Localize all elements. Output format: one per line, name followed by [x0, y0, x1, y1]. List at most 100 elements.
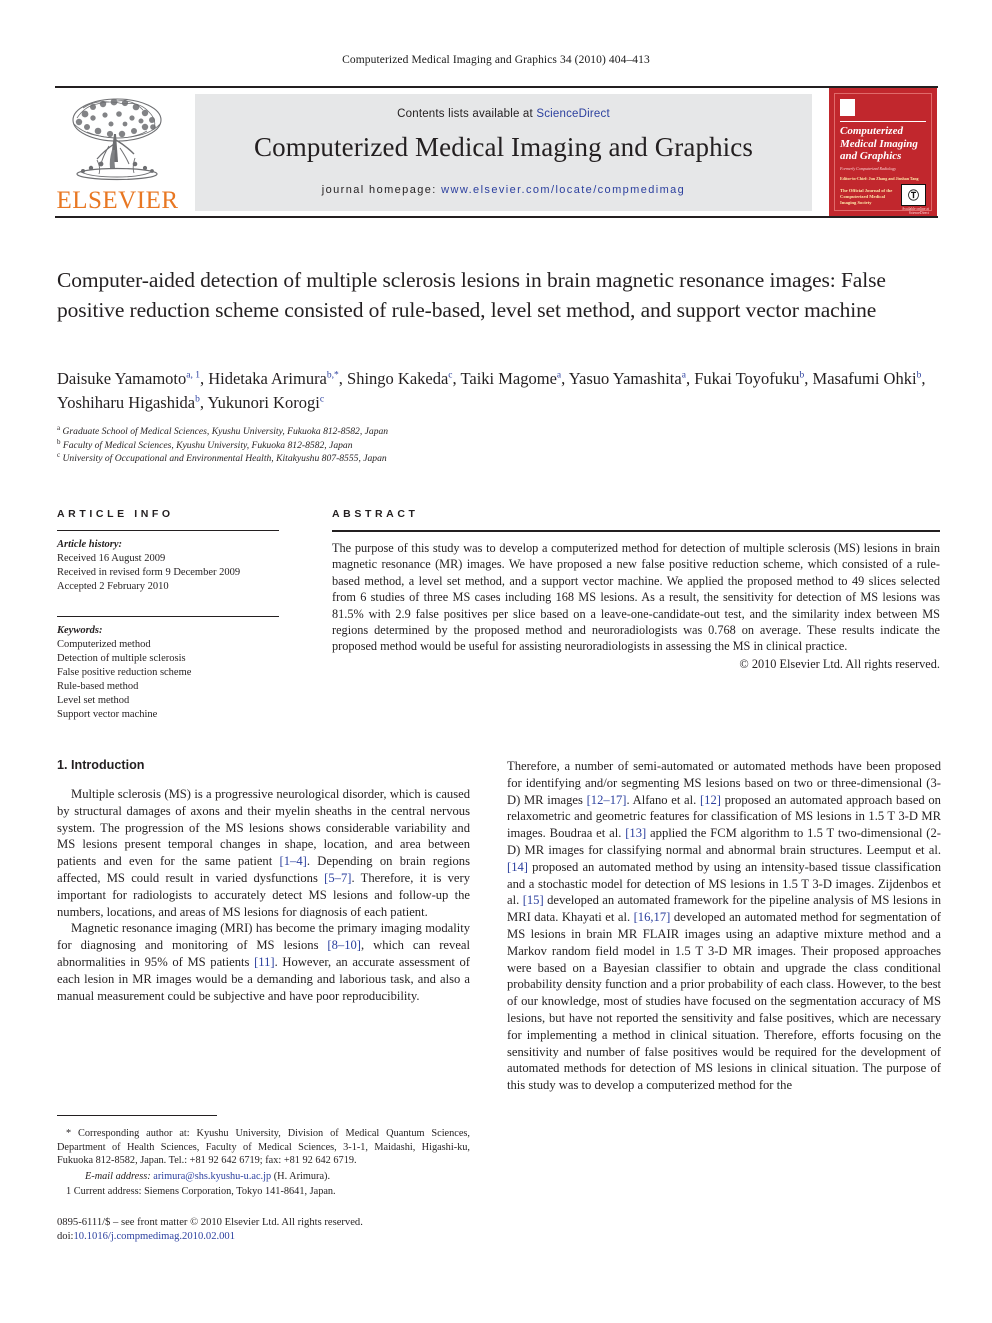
- body-column-right: Therefore, a number of semi-automated or…: [507, 758, 941, 1094]
- citation-link[interactable]: [12]: [700, 793, 721, 807]
- abstract-copyright: © 2010 Elsevier Ltd. All rights reserved…: [739, 656, 940, 671]
- masthead-banner: Contents lists available at ScienceDirec…: [195, 94, 812, 211]
- keywords-rule: [57, 616, 279, 617]
- body-paragraph: Magnetic resonance imaging (MRI) has bec…: [57, 921, 471, 1003]
- running-head: Computerized Medical Imaging and Graphic…: [342, 54, 650, 66]
- author-affiliation-marker: b: [195, 394, 200, 405]
- journal-title: Computerized Medical Imaging and Graphic…: [254, 132, 753, 162]
- citation-link[interactable]: [1–4]: [280, 854, 307, 868]
- author-list: Daisuke Yamamotoa, 1, Hidetaka Arimurab,…: [57, 369, 926, 412]
- article-info-rule: [57, 530, 279, 531]
- body-paragraph: Multiple sclerosis (MS) is a progressive…: [57, 787, 471, 919]
- author-affiliation-marker: a: [681, 370, 686, 381]
- homepage-prefix: journal homepage:: [321, 184, 442, 196]
- cover-official-line: The Official Journal of the Computerized…: [840, 188, 893, 205]
- author-name: Yukunori Korogi: [207, 393, 320, 412]
- author-affiliation-marker: b,*: [326, 370, 339, 381]
- journal-cover-thumbnail: Computerized Medical Imaging and Graphic…: [829, 88, 937, 216]
- cover-subtitle: Formerly Computerized Radiology: [840, 166, 896, 171]
- author-name: Yasuo Yamashita: [568, 369, 682, 388]
- affiliation-list: a Graduate School of Medical Sciences, K…: [57, 423, 657, 466]
- left-paragraphs: Multiple sclerosis (MS) is a progressive…: [57, 786, 470, 1004]
- article-history-label: Article history:: [57, 539, 123, 550]
- citation-link[interactable]: [15]: [523, 893, 544, 907]
- article-history-item: Received in revised form 9 December 2009: [57, 567, 241, 578]
- sciencedirect-link[interactable]: ScienceDirect: [536, 108, 610, 120]
- keyword-item: Level set method: [57, 695, 130, 706]
- author-name: Fukai Toyofuku: [694, 369, 800, 388]
- section-title-introduction: 1. Introduction: [57, 758, 145, 772]
- cover-badge-glyph: Ⓣ: [908, 190, 919, 202]
- cover-title: Computerized Medical Imaging and Graphic…: [840, 125, 918, 162]
- author-name: Hidetaka Arimura: [208, 369, 327, 388]
- journal-homepage-link[interactable]: www.elsevier.com/locate/compmedimag: [441, 184, 685, 196]
- email-link[interactable]: arimura@shs.kyushu-u.ac.jp: [153, 1171, 271, 1182]
- keyword-item: Support vector machine: [57, 709, 158, 720]
- journal-homepage-line: journal homepage: www.elsevier.com/locat…: [195, 184, 812, 196]
- cover-editors: Editor-in-Chief: Jun Zhang and Jinshan T…: [840, 176, 919, 181]
- keywords-label: Keywords:: [57, 625, 103, 636]
- abstract-body: The purpose of this study was to develop…: [332, 541, 940, 654]
- body-column-left: 1. Introduction Multiple sclerosis (MS) …: [57, 758, 470, 1004]
- journal-masthead: ELSEVIER Contents lists available at Sci…: [55, 86, 938, 218]
- elsevier-logo: ELSEVIER: [55, 94, 180, 214]
- front-matter-line: 0895-6111/$ – see front matter © 2010 El…: [57, 1217, 363, 1228]
- citation-link[interactable]: [12–17]: [587, 793, 627, 807]
- citation-link[interactable]: [14]: [507, 860, 528, 874]
- article-history-item: Received 16 August 2009: [57, 553, 166, 564]
- journal-article-page: Computerized Medical Imaging and Graphic…: [0, 0, 992, 1323]
- footnote-separator: [57, 1115, 217, 1116]
- affiliation-item: c University of Occupational and Environ…: [57, 450, 387, 464]
- affiliation-marker: a: [57, 423, 61, 432]
- keyword-item: Rule-based method: [57, 681, 139, 692]
- author-name: Masafumi Ohki: [812, 369, 917, 388]
- author-affiliation-marker: b: [799, 370, 805, 381]
- citation-link[interactable]: [8–10]: [327, 938, 361, 952]
- contents-prefix: Contents lists available at: [397, 108, 537, 120]
- elsevier-wordmark: ELSEVIER: [56, 187, 179, 214]
- right-paragraphs: Therefore, a number of semi-automated or…: [507, 758, 941, 1094]
- author-affiliation-marker: a: [556, 370, 562, 381]
- contents-available-line: Contents lists available at ScienceDirec…: [195, 108, 812, 120]
- author-name: Yoshiharu Higashida: [57, 393, 196, 412]
- doi-line: doi:10.1016/j.compmedimag.2010.02.001: [57, 1230, 487, 1244]
- abstract-column: ABSTRACT The purpose of this study was t…: [332, 508, 940, 673]
- author-affiliation-marker: b: [916, 370, 922, 381]
- masthead-bottom-rule: [55, 216, 938, 218]
- affiliation-item: a Graduate School of Medical Sciences, K…: [57, 423, 389, 437]
- author-name: Shingo Kakeda: [347, 369, 449, 388]
- author-affiliation-marker: a, 1: [186, 370, 200, 381]
- author-affiliation-marker: c: [319, 394, 325, 405]
- citation-link[interactable]: [11]: [254, 955, 275, 969]
- cover-society-badge: Ⓣ: [901, 184, 926, 206]
- cover-elsevier-icon: [840, 99, 855, 116]
- author-name: Daisuke Yamamoto: [57, 369, 187, 388]
- page-title: Computer-aided detection of multiple scl…: [57, 268, 886, 322]
- citation-link[interactable]: [16,17]: [634, 910, 671, 924]
- cover-divider: [840, 121, 926, 122]
- article-info-column: ARTICLE INFO Article history: Received 1…: [57, 508, 279, 722]
- affiliation-marker: c: [57, 450, 61, 459]
- title-block: Computer-aided detection of multiple scl…: [57, 266, 941, 325]
- keyword-item: Computerized method: [57, 639, 151, 650]
- current-address-note: 1 Current address: Siemens Corporation, …: [66, 1186, 336, 1198]
- doi-label: doi:: [57, 1231, 74, 1242]
- abstract-rule: [332, 530, 940, 532]
- footnote-block: * Corresponding author at: Kyushu Univer…: [57, 1127, 470, 1201]
- citation-link[interactable]: [13]: [625, 826, 646, 840]
- cover-footer-line: Available online at ScienceDirect: [901, 207, 929, 215]
- corresponding-author-note: * Corresponding author at: Kyushu Univer…: [57, 1128, 470, 1167]
- email-label: E-mail address:: [85, 1170, 151, 1182]
- masthead-top-rule: [55, 86, 938, 88]
- author-affiliation-marker: c: [448, 370, 453, 381]
- imprint-block: 0895-6111/$ – see front matter © 2010 El…: [57, 1216, 487, 1244]
- citation-link[interactable]: [5–7]: [324, 871, 351, 885]
- article-history-list: Received 16 August 2009 Received in revis…: [57, 552, 279, 594]
- article-info-heading: ARTICLE INFO: [57, 508, 174, 520]
- doi-link[interactable]: 10.1016/j.compmedimag.2010.02.001: [73, 1231, 235, 1242]
- email-suffix: (H. Arimura).: [273, 1170, 331, 1182]
- body-paragraph: Therefore, a number of semi-automated or…: [507, 759, 941, 1093]
- keyword-item: Detection of multiple sclerosis: [57, 653, 186, 664]
- affiliation-item: b Faculty of Medical Sciences, Kyushu Un…: [57, 437, 353, 451]
- article-history-item: Accepted 2 February 2010: [57, 581, 169, 592]
